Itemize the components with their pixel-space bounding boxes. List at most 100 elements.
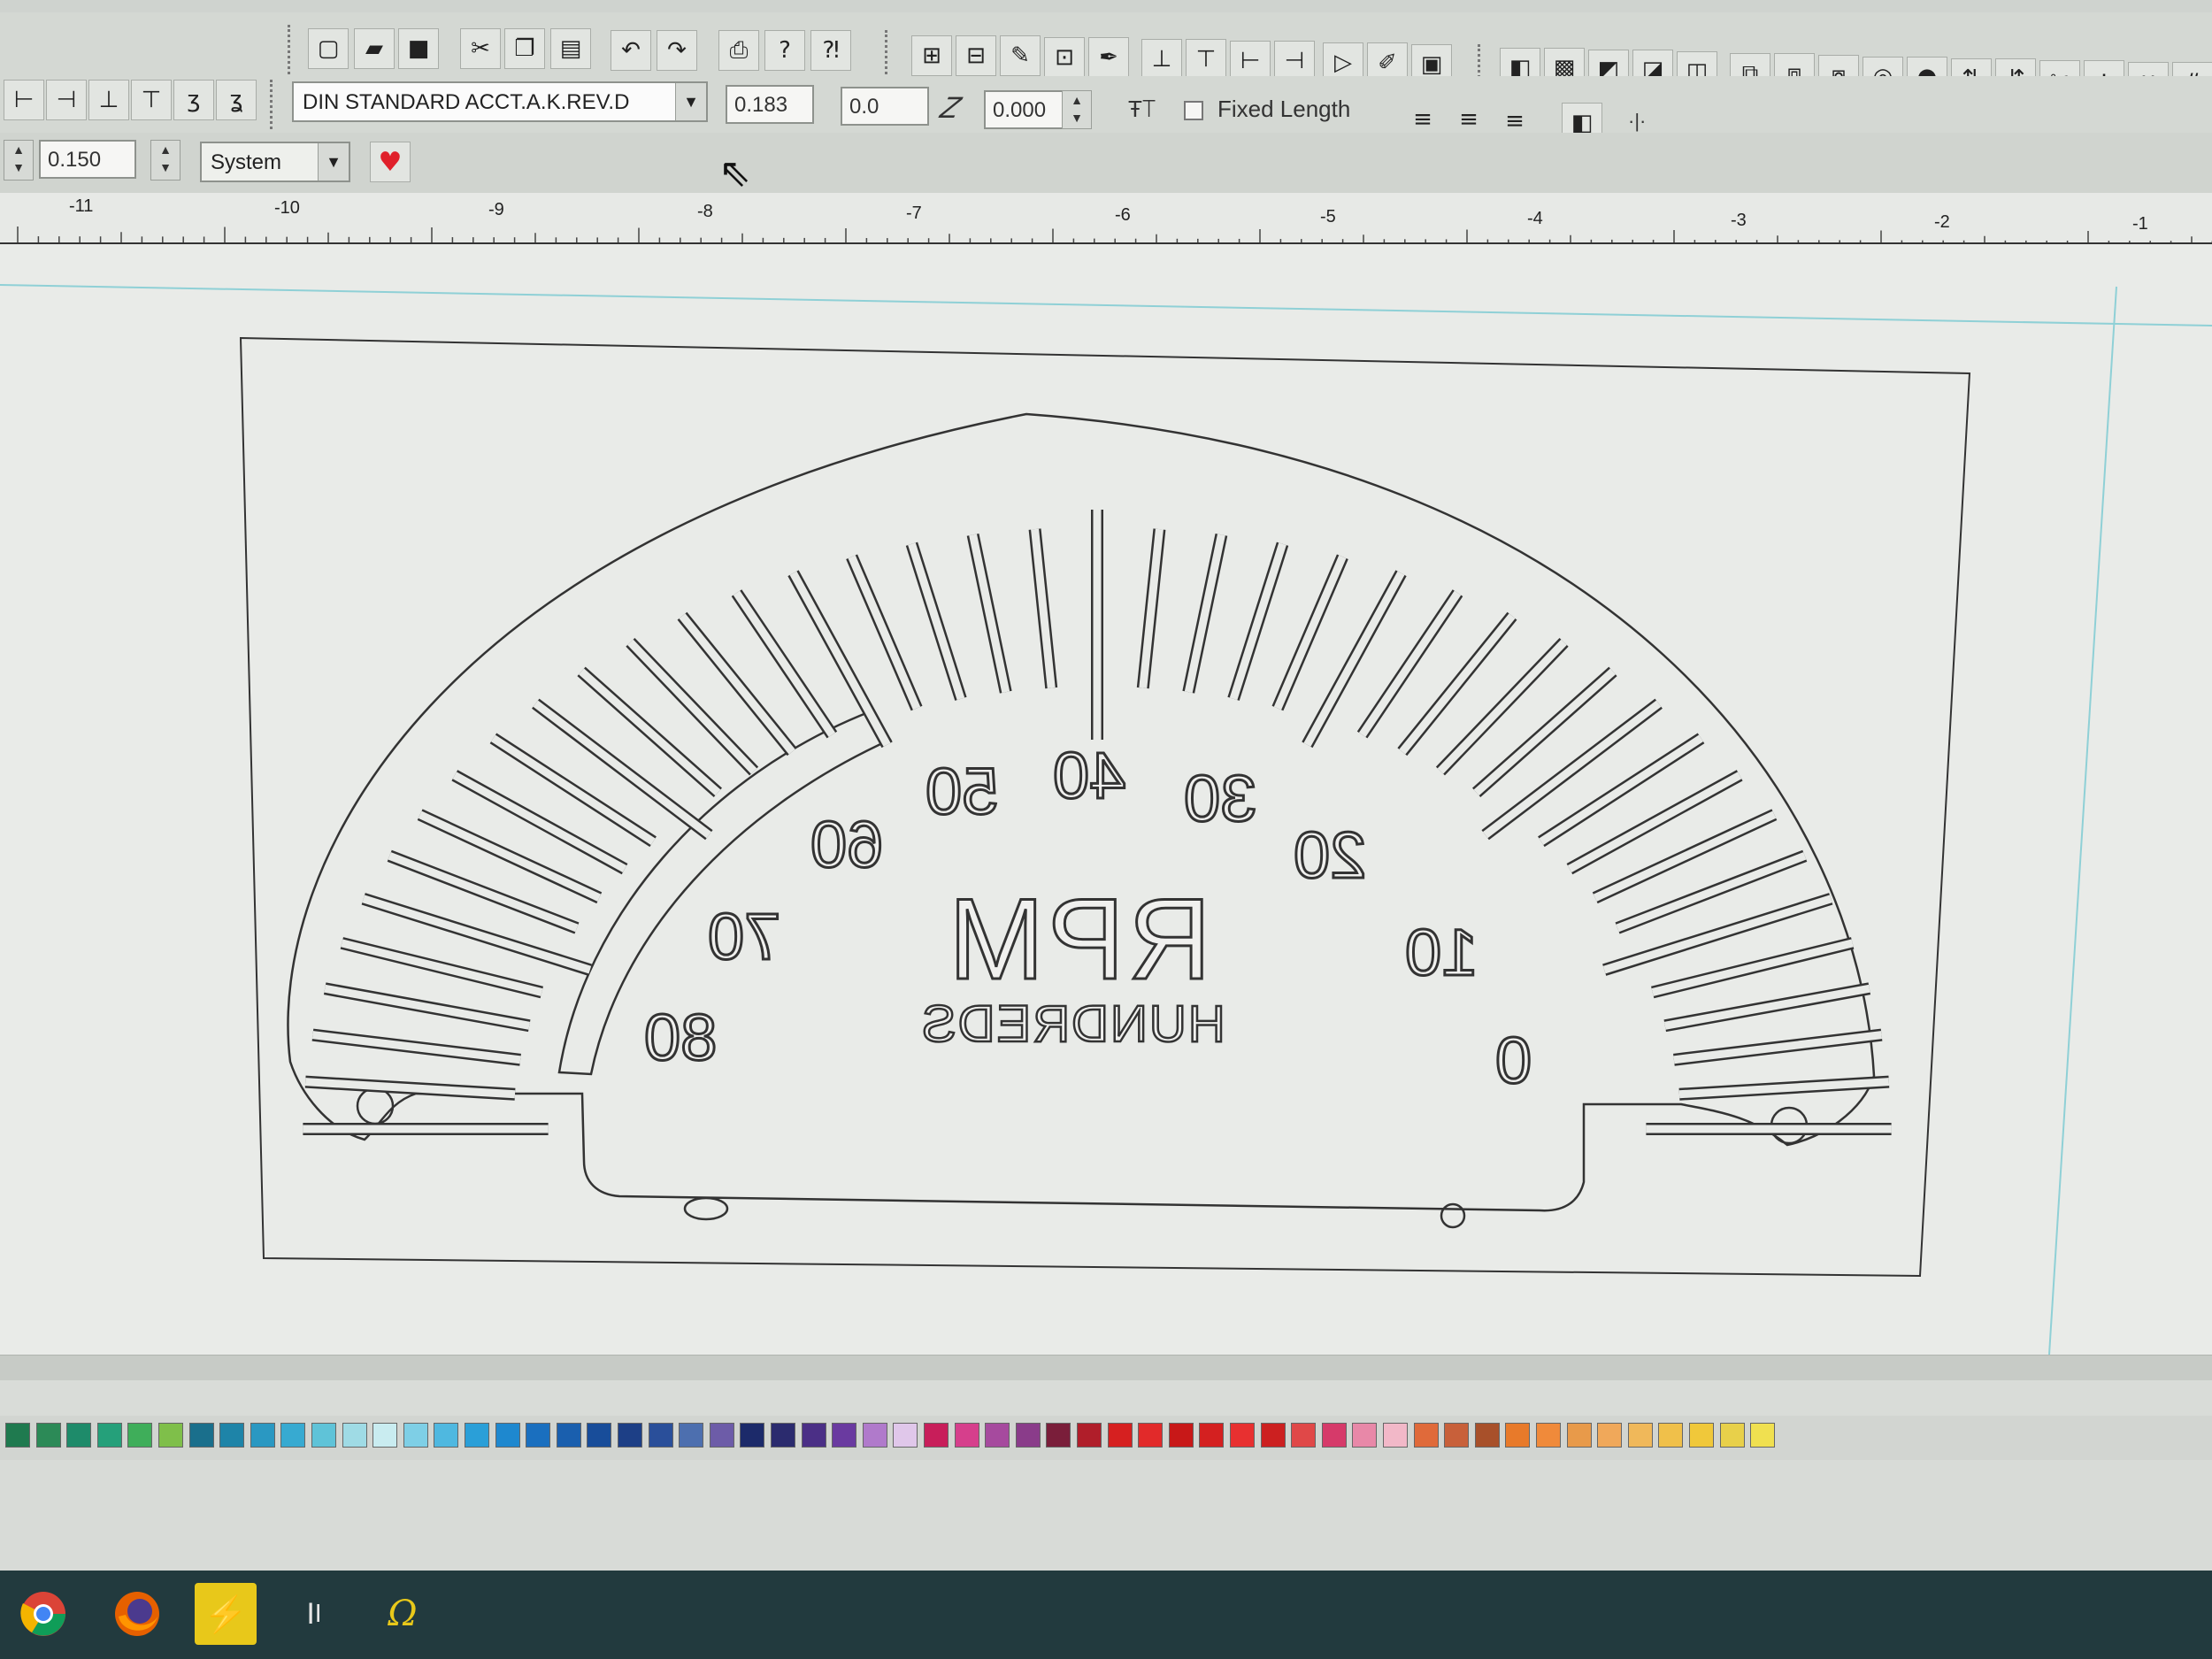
gauge-tick-inner[interactable] bbox=[452, 772, 627, 873]
char-spacing-input[interactable]: 0.0 bbox=[841, 87, 929, 126]
color-swatch[interactable] bbox=[1352, 1423, 1378, 1448]
color-swatch[interactable] bbox=[1474, 1423, 1500, 1448]
color-swatch[interactable] bbox=[1077, 1423, 1102, 1448]
gauge-tick-inner[interactable] bbox=[1399, 613, 1516, 755]
undo-icon[interactable]: ↶ bbox=[611, 30, 651, 71]
color-swatch[interactable] bbox=[1536, 1423, 1561, 1448]
guide-line[interactable] bbox=[2048, 286, 2117, 1355]
chrome-icon[interactable] bbox=[12, 1583, 74, 1645]
color-swatch[interactable] bbox=[1230, 1423, 1255, 1448]
gauge-tick-inner[interactable] bbox=[1473, 668, 1616, 796]
color-swatch[interactable] bbox=[1413, 1423, 1439, 1448]
color-swatch[interactable] bbox=[158, 1423, 183, 1448]
color-swatch[interactable] bbox=[1505, 1423, 1531, 1448]
help-icon[interactable]: ? bbox=[764, 30, 805, 71]
color-swatch[interactable] bbox=[219, 1423, 245, 1448]
align-tool-icon[interactable]: ⊥ bbox=[1141, 39, 1182, 80]
cut-icon[interactable]: ✂ bbox=[460, 28, 501, 69]
kerning-icon[interactable]: Ŧ⟙ bbox=[1128, 96, 1156, 124]
guide-line[interactable] bbox=[0, 284, 2212, 326]
color-swatch[interactable] bbox=[587, 1423, 612, 1448]
gauge-tick-inner[interactable] bbox=[969, 534, 1010, 694]
color-swatch[interactable] bbox=[679, 1423, 704, 1448]
node-tool-icon-5[interactable]: ʒ bbox=[173, 80, 214, 120]
color-swatch[interactable] bbox=[403, 1423, 428, 1448]
color-swatch[interactable] bbox=[1658, 1423, 1684, 1448]
fixed-length-checkbox[interactable] bbox=[1184, 101, 1203, 120]
color-swatch[interactable] bbox=[1689, 1423, 1714, 1448]
color-swatch[interactable] bbox=[740, 1423, 765, 1448]
tool-icon-1[interactable]: ⊞ bbox=[911, 35, 952, 76]
gauge-tick-inner[interactable] bbox=[679, 613, 795, 755]
gauge-tick-inner[interactable] bbox=[627, 639, 757, 774]
drawing-canvas[interactable]: 80 70 60 50 40 30 20 10 0 RPM HUNDREDS bbox=[0, 244, 2212, 1355]
color-swatch[interactable] bbox=[1566, 1423, 1592, 1448]
color-swatch[interactable] bbox=[924, 1423, 949, 1448]
color-swatch[interactable] bbox=[1750, 1423, 1776, 1448]
slant-spinner[interactable]: ▲ ▼ bbox=[1062, 90, 1092, 129]
gauge-tick-inner[interactable] bbox=[1539, 734, 1703, 846]
gauge-tick-inner[interactable] bbox=[324, 984, 531, 1030]
gauge-tick-inner[interactable] bbox=[1184, 534, 1225, 694]
context-help-icon[interactable]: ⁈ bbox=[810, 30, 851, 71]
color-swatch[interactable] bbox=[954, 1423, 979, 1448]
spacing-icon[interactable]: ·|· bbox=[1628, 110, 1646, 133]
paste-icon[interactable]: ▤ bbox=[550, 28, 591, 69]
color-swatch[interactable] bbox=[801, 1423, 826, 1448]
open-folder-icon[interactable]: ▰ bbox=[354, 28, 395, 69]
color-swatch[interactable] bbox=[1199, 1423, 1225, 1448]
text-tool-icon[interactable]: II bbox=[283, 1583, 345, 1645]
engraving-app-icon[interactable]: ⚡ bbox=[195, 1583, 257, 1645]
new-file-icon[interactable]: ▢ bbox=[308, 28, 349, 69]
color-swatch[interactable] bbox=[893, 1423, 918, 1448]
node-tool-icon-2[interactable]: ⊣ bbox=[46, 80, 87, 120]
color-swatch[interactable] bbox=[35, 1423, 61, 1448]
color-swatch[interactable] bbox=[465, 1423, 489, 1448]
color-swatch[interactable] bbox=[985, 1423, 1010, 1448]
color-swatch[interactable] bbox=[96, 1423, 122, 1448]
color-swatch[interactable] bbox=[1383, 1423, 1408, 1448]
color-swatch[interactable] bbox=[1046, 1423, 1071, 1448]
color-swatch[interactable] bbox=[1597, 1423, 1623, 1448]
color-swatch[interactable] bbox=[1291, 1423, 1317, 1448]
color-swatch[interactable] bbox=[495, 1423, 520, 1448]
color-swatch[interactable] bbox=[1260, 1423, 1286, 1448]
color-swatch[interactable] bbox=[280, 1423, 306, 1448]
print-icon[interactable]: ⎙ bbox=[718, 30, 759, 71]
line-width-input[interactable]: 0.150 bbox=[39, 140, 136, 179]
color-swatch[interactable] bbox=[127, 1423, 153, 1448]
color-swatch[interactable] bbox=[648, 1423, 673, 1448]
pencil-icon[interactable]: ✎ bbox=[1000, 35, 1041, 76]
horizontal-scrollbar[interactable] bbox=[0, 1355, 2212, 1380]
font-select[interactable]: DIN STANDARD ACCT.A.K.REV.D ▼ bbox=[292, 81, 708, 122]
gauge-tick-inner[interactable] bbox=[579, 668, 721, 796]
color-swatch[interactable] bbox=[66, 1423, 92, 1448]
color-swatch[interactable] bbox=[250, 1423, 275, 1448]
line-width-spinner[interactable]: ▲ ▼ bbox=[150, 140, 180, 180]
save-icon[interactable]: ■ bbox=[398, 28, 439, 69]
node-tool-icon-6[interactable]: ʓ bbox=[216, 80, 257, 120]
color-swatch[interactable] bbox=[771, 1423, 795, 1448]
chevron-down-icon[interactable]: ▼ bbox=[318, 143, 349, 180]
copy-icon[interactable]: ❐ bbox=[504, 28, 545, 69]
color-swatch[interactable] bbox=[1107, 1423, 1133, 1448]
color-swatch[interactable] bbox=[1627, 1423, 1653, 1448]
omega-app-icon[interactable]: Ω bbox=[372, 1583, 434, 1645]
horizontal-ruler[interactable]: -11 -10 -9 -8 -7 -6 -5 -4 -3 -2 -1 bbox=[0, 193, 2212, 245]
pen-icon[interactable]: ✒ bbox=[1088, 37, 1129, 78]
chevron-down-icon[interactable]: ▼ bbox=[675, 83, 706, 120]
color-swatch[interactable] bbox=[1138, 1423, 1164, 1448]
color-swatch[interactable] bbox=[1168, 1423, 1194, 1448]
gauge-tick-inner[interactable] bbox=[1437, 639, 1567, 774]
heart-icon[interactable]: ♥ bbox=[370, 142, 411, 182]
toolbar-grip[interactable] bbox=[288, 25, 294, 74]
color-swatch[interactable] bbox=[188, 1423, 214, 1448]
color-swatch[interactable] bbox=[709, 1423, 734, 1448]
gauge-tick-inner[interactable] bbox=[1593, 810, 1777, 902]
font-source-select[interactable]: System ▼ bbox=[200, 142, 350, 182]
color-swatch[interactable] bbox=[1719, 1423, 1745, 1448]
gauge-tick-inner[interactable] bbox=[491, 734, 656, 846]
node-tool-icon-1[interactable]: ⊢ bbox=[4, 80, 44, 120]
gauge-tick-inner[interactable] bbox=[1567, 772, 1742, 873]
node-tool-icon-3[interactable]: ⊥ bbox=[88, 80, 129, 120]
